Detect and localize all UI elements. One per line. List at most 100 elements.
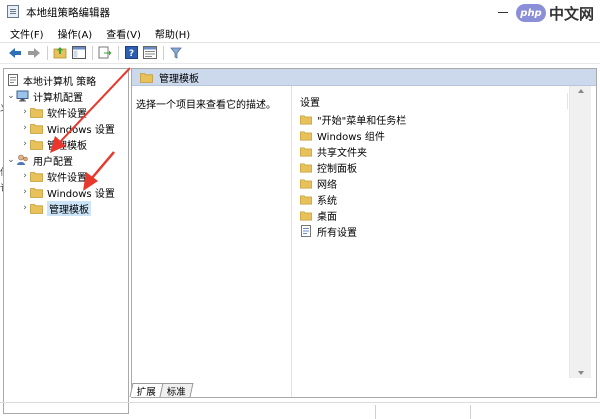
tree-item-windows-settings[interactable]: › Windows 设置 [20,120,115,136]
tree-item-user-windows-settings[interactable]: › Windows 设置 [20,184,115,200]
list-item-control-panel[interactable]: 控制面板 [300,159,357,175]
php-logo-icon: php [516,4,546,22]
tree-item-label: Windows 设置 [47,188,115,200]
menu-help[interactable]: 帮助(H) [155,26,190,41]
tree-item-label-selected: 管理模板 [47,200,91,216]
tree-pane: 本地计算机 策略 ⌄ 计算机配置 › 软件设置 › Windows 设置 › 管… [3,68,129,414]
list-item-label: 网络 [317,179,337,191]
properties-view-icon[interactable] [141,45,159,61]
title-bar: 本地组策略编辑器 php 中文网 [0,0,600,24]
list-item-all-settings[interactable]: 所有设置 [300,223,357,239]
list-item-windows-components[interactable]: Windows 组件 [300,127,385,143]
chevron-right-icon[interactable]: › [20,203,30,213]
status-divider [470,405,471,419]
chevron-right-icon[interactable]: › [20,107,30,117]
folder-icon [30,187,43,198]
toolbar-separator [47,45,48,60]
folder-icon [30,171,43,182]
menu-action[interactable]: 操作(A) [58,26,93,41]
column-header-setting[interactable]: 设置 [292,93,568,109]
tree-item-software-settings[interactable]: › 软件设置 [20,104,87,120]
folder-icon [300,146,312,157]
tree-item-user-software-settings[interactable]: › 软件设置 [20,168,87,184]
list-item-desktop[interactable]: 桌面 [300,207,337,223]
tab-extended[interactable]: 扩展 [129,383,164,398]
description-column: 选择一个项目来查看它的描述。 [132,86,292,397]
view-tabs: 扩展 标准 [129,381,194,398]
content-header-title: 管理模板 [159,73,199,85]
user-icon [16,154,29,166]
scroll-up-icon[interactable] [578,89,584,93]
folder-icon [30,139,43,150]
app-icon [7,5,19,18]
menu-file[interactable]: 文件(F) [10,26,44,41]
export-list-icon[interactable] [96,45,114,61]
chevron-right-icon[interactable]: › [20,123,30,133]
content-pane: 管理模板 选择一个项目来查看它的描述。 设置 "开始"菜单和任务栏 Window… [131,68,597,398]
list-item-label: 共享文件夹 [317,147,367,159]
list-item-network[interactable]: 网络 [300,175,337,191]
folder-icon [300,194,312,205]
menu-bar: 文件(F) 操作(A) 查看(V) 帮助(H) [0,24,600,42]
back-icon[interactable] [6,45,24,61]
tree-item-user-admin-templates[interactable]: › 管理模板 [20,200,91,216]
main-area: 义 侶 讠 本地计算机 策略 ⌄ 计算机配置 › [0,63,600,419]
chevron-down-icon[interactable]: ⌄ [6,155,16,165]
group-policy-editor-window: 本地组策略编辑器 php 中文网 文件(F) 操作(A) 查看(V) 帮助(H) [0,0,600,419]
folder-icon [30,107,43,118]
settings-list-icon [300,225,312,237]
list-item-label: "开始"菜单和任务栏 [317,115,407,127]
folder-icon [300,130,312,141]
tree-item-label: 用户配置 [33,156,73,168]
list-item-shared-folders[interactable]: 共享文件夹 [300,143,367,159]
computer-icon [16,90,29,102]
tab-label: 扩展 [136,386,156,398]
tree-item-label: Windows 设置 [47,124,115,136]
menu-view[interactable]: 查看(V) [106,26,141,41]
chevron-down-icon[interactable]: ⌄ [6,91,16,101]
forward-icon[interactable] [25,45,43,61]
folder-icon [140,72,153,83]
toolbar-separator [163,45,164,60]
policy-document-icon [7,74,19,86]
tree-item-user-config[interactable]: ⌄ 用户配置 [6,152,73,168]
tree-item-label: 软件设置 [47,172,87,184]
tree-item-label: 管理模板 [47,140,87,152]
chevron-right-icon[interactable]: › [20,139,30,149]
watermark-text: 中文网 [549,4,595,23]
list-item-label: 桌面 [317,211,337,223]
toolbar-separator [92,45,93,60]
tab-standard[interactable]: 标准 [159,383,194,398]
show-hide-tree-icon[interactable] [70,45,88,61]
list-item-label: 系统 [317,195,337,207]
vertical-scrollbar[interactable] [569,86,591,378]
svg-text:?: ? [128,49,133,59]
tree-item-computer-config[interactable]: ⌄ 计算机配置 [6,88,83,104]
folder-icon [300,210,312,221]
tree-item-label: 本地计算机 策略 [23,76,97,88]
content-header: 管理模板 [132,69,596,86]
help-icon[interactable]: ? [122,45,140,61]
minimize-button[interactable] [488,0,518,24]
folder-icon [300,114,312,125]
settings-list: 设置 "开始"菜单和任务栏 Windows 组件 共享文件夹 控制面板 网络 系… [292,86,596,397]
status-divider [375,405,376,419]
scroll-down-icon[interactable] [578,371,584,375]
window-title: 本地组策略编辑器 [26,7,110,19]
filter-icon[interactable] [167,45,185,61]
list-item-system[interactable]: 系统 [300,191,337,207]
tree-item-label: 计算机配置 [33,92,83,104]
column-header-label: 设置 [300,97,320,109]
up-folder-icon[interactable] [51,45,69,61]
list-item-label: 所有设置 [317,227,357,239]
tree-item-root[interactable]: 本地计算机 策略 [7,72,96,88]
folder-icon [30,203,43,214]
chevron-right-icon[interactable]: › [20,187,30,197]
chevron-right-icon[interactable]: › [20,171,30,181]
folder-icon [300,162,312,173]
list-item-label: 控制面板 [317,163,357,175]
folder-icon [30,123,43,134]
list-item-start-menu[interactable]: "开始"菜单和任务栏 [300,111,406,127]
tree-item-admin-templates[interactable]: › 管理模板 [20,136,87,152]
status-bar [0,402,600,419]
